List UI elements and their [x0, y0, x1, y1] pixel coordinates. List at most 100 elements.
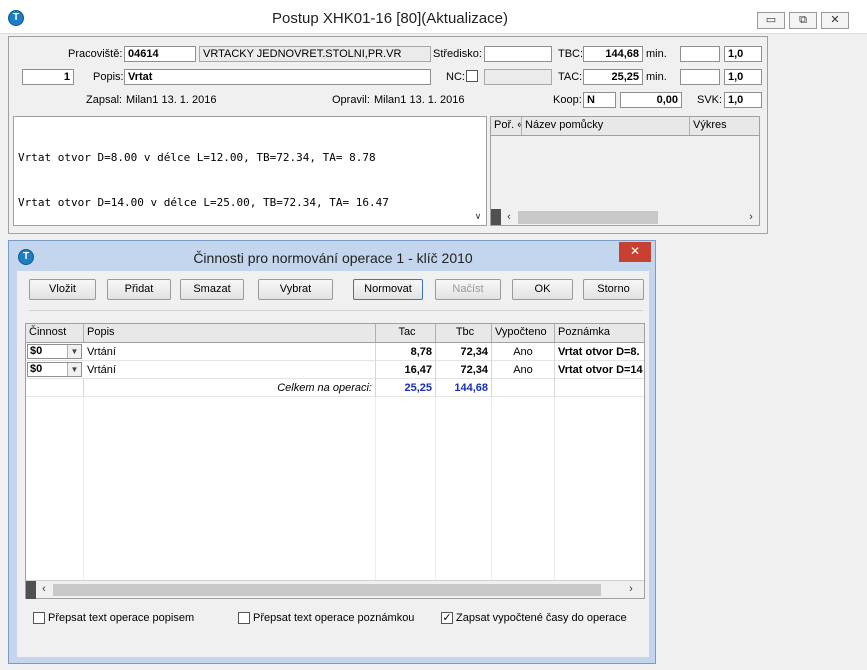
minimize-button[interactable]: ▭ — [757, 12, 785, 29]
column-header-tac[interactable]: Tac — [376, 324, 436, 342]
popis-label: Popis: — [93, 71, 124, 83]
column-header-nazev[interactable]: Název pomůcky — [522, 117, 690, 135]
poznamka-cell: Vrtat otvor D=14 — [558, 364, 643, 376]
tac-field[interactable]: 25,25 — [583, 69, 643, 85]
smazat-button[interactable]: Smazat — [180, 279, 244, 300]
table-row[interactable]: $0 ▼ Vrtání 8,78 72,34 Ano Vrtat otvor D… — [26, 343, 644, 361]
dialog-close-button[interactable]: ✕ — [619, 242, 651, 262]
koop-flag-field[interactable]: N — [583, 92, 616, 108]
tac-label: TAC: — [558, 71, 583, 83]
vlozit-button[interactable]: Vložit — [29, 279, 96, 300]
table-row[interactable]: $0 ▼ Vrtání 16,47 72,34 Ano Vrtat otvor … — [26, 361, 644, 379]
popis-cell: Vrtání — [84, 343, 376, 361]
koop-value-field[interactable]: 0,00 — [620, 92, 682, 108]
restore-button[interactable]: ⧉ — [789, 12, 817, 29]
row-number-field[interactable]: 1 — [22, 69, 74, 85]
nacist-button[interactable]: Načíst — [435, 279, 501, 300]
tbc-extra-field[interactable] — [680, 46, 720, 62]
horizontal-scrollbar-thumb[interactable] — [53, 584, 601, 596]
operation-text-line: Vrtat otvor D=8.00 v délce L=12.00, TB=7… — [18, 151, 376, 164]
pracoviste-code-field[interactable]: 04614 — [124, 46, 196, 62]
vypocteno-cell: Ano — [492, 343, 555, 361]
chevron-down-icon[interactable]: ∨ — [472, 211, 484, 222]
column-header-poznamka[interactable]: Poznámka — [555, 324, 644, 342]
tbc-coef-field[interactable]: 1,0 — [724, 46, 762, 62]
normovani-dialog: T Činnosti pro normování operace 1 - klí… — [8, 240, 656, 664]
total-tbc: 144,68 — [436, 379, 492, 397]
tools-grid: Poř. « Název pomůcky Výkres ‹ › — [490, 116, 760, 226]
zapsat-casy-checkbox[interactable]: ✓ — [441, 612, 453, 624]
column-header-cinnost[interactable]: Činnost — [26, 324, 84, 342]
cinnost-value: $0 — [30, 345, 43, 357]
activities-grid: Činnost Popis Tac Tbc Vypočteno Poznámka… — [25, 323, 645, 599]
prepsat-poznamkou-checkbox[interactable] — [238, 612, 250, 624]
svk-label: SVK: — [697, 94, 723, 106]
column-header-tbc[interactable]: Tbc — [436, 324, 492, 342]
svk-field[interactable]: 1,0 — [724, 92, 762, 108]
vybrat-button[interactable]: Vybrat — [258, 279, 333, 300]
koop-label: Koop: — [553, 94, 582, 106]
tbc-field[interactable]: 144,68 — [583, 46, 643, 62]
chevron-down-icon[interactable]: ▼ — [67, 363, 81, 376]
opravil-label: Opravil: — [332, 94, 370, 106]
tac-unit: min. — [646, 71, 667, 83]
pridat-button[interactable]: Přidat — [107, 279, 171, 300]
dialog-body: Vložit Přidat Smazat Vybrat Normovat Nač… — [17, 271, 649, 657]
nc-label: NC: — [446, 71, 465, 83]
pracoviste-name-field: VRTACKY JEDNOVRET.STOLNI,PR.VR — [199, 46, 431, 62]
checkmark-icon: ✓ — [442, 612, 452, 624]
column-header-vykres[interactable]: Výkres — [690, 117, 759, 135]
opravil-value: Milan1 13. 1. 2016 — [374, 94, 465, 106]
column-guide — [83, 397, 84, 581]
zapsal-value: Milan1 13. 1. 2016 — [126, 94, 217, 106]
scroll-left-icon[interactable]: ‹ — [38, 583, 50, 595]
toolbar-divider — [29, 310, 643, 311]
prepsat-popisem-label[interactable]: Přepsat text operace popisem — [48, 612, 194, 624]
nc-checkbox[interactable] — [466, 70, 478, 82]
column-header-popis[interactable]: Popis — [84, 324, 376, 342]
ok-button[interactable]: OK — [512, 279, 573, 300]
popis-cell: Vrtání — [84, 361, 376, 379]
chevron-down-icon[interactable]: ▼ — [67, 345, 81, 358]
poznamka-cell: Vrtat otvor D=8. — [558, 346, 640, 358]
close-button[interactable]: ✕ — [821, 12, 849, 29]
window-title: Postup XHK01-16 [80](Aktualizace) — [272, 10, 508, 27]
operation-text-line: Vrtat otvor D=14.00 v délce L=25.00, TB=… — [18, 196, 389, 209]
tbc-cell: 72,34 — [436, 343, 492, 361]
scroll-left-icon[interactable]: ‹ — [503, 211, 515, 223]
cinnost-select[interactable]: $0 ▼ — [27, 344, 82, 359]
normovat-button[interactable]: Normovat — [353, 279, 423, 300]
column-guide — [435, 397, 436, 581]
total-row: Celkem na operaci: 25,25 144,68 — [26, 379, 644, 397]
column-header-por[interactable]: Poř. « — [491, 117, 522, 135]
column-header-vypocteno[interactable]: Vypočteno — [492, 324, 555, 342]
tac-coef-field[interactable]: 1,0 — [724, 69, 762, 85]
scroll-right-icon[interactable]: › — [624, 583, 638, 595]
column-guide — [554, 397, 555, 581]
tac-cell: 8,78 — [376, 343, 436, 361]
tbc-cell: 72,34 — [436, 361, 492, 379]
column-guide — [491, 397, 492, 581]
row-selector — [26, 581, 36, 599]
stredisko-field[interactable] — [484, 46, 552, 62]
column-guide — [375, 397, 376, 581]
main-title-bar: T Postup XHK01-16 [80](Aktualizace) ▭ ⧉ … — [0, 0, 867, 34]
cinnost-select[interactable]: $0 ▼ — [27, 362, 82, 377]
vypocteno-cell: Ano — [492, 361, 555, 379]
horizontal-scrollbar-thumb[interactable] — [518, 211, 658, 224]
empty-cell — [492, 379, 555, 397]
zapsal-label: Zapsal: — [86, 94, 123, 106]
prepsat-poznamkou-label[interactable]: Přepsat text operace poznámkou — [253, 612, 414, 624]
horizontal-scrollbar[interactable]: ‹ › — [26, 580, 644, 599]
scroll-right-icon[interactable]: › — [745, 211, 757, 223]
storno-button[interactable]: Storno — [583, 279, 644, 300]
tbc-label: TBC: — [558, 48, 584, 60]
prepsat-popisem-checkbox[interactable] — [33, 612, 45, 624]
zapsat-casy-label[interactable]: Zapsat vypočtené časy do operace — [456, 612, 627, 624]
popis-field[interactable]: Vrtat — [124, 69, 431, 85]
total-tac: 25,25 — [376, 379, 436, 397]
cinnost-value: $0 — [30, 363, 43, 375]
operation-text-area[interactable]: Vrtat otvor D=8.00 v délce L=12.00, TB=7… — [13, 116, 487, 226]
empty-cell — [26, 379, 84, 397]
tac-extra-field[interactable] — [680, 69, 720, 85]
